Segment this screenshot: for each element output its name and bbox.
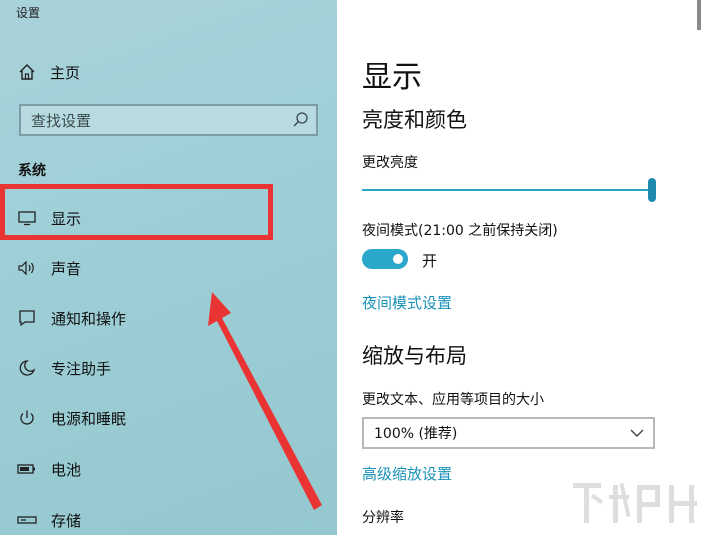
sidebar-item-label: 主页	[50, 63, 81, 82]
night-mode-label: 夜间模式(21:00 之前保持关闭)	[362, 223, 558, 239]
page-title: 显示	[362, 60, 422, 95]
power-icon	[17, 408, 37, 428]
sidebar-item-power-sleep[interactable]: 电源和睡眠	[0, 396, 337, 440]
sidebar-item-label: 通知和操作	[51, 309, 127, 328]
brightness-label: 更改亮度	[362, 155, 418, 171]
scale-dropdown-value: 100% (推荐)	[374, 426, 458, 442]
brightness-section-title: 亮度和颜色	[362, 108, 467, 132]
home-icon	[19, 64, 35, 80]
sidebar-item-label: 存储	[51, 511, 82, 530]
chevron-down-icon	[630, 429, 644, 437]
battery-icon	[17, 459, 37, 479]
sidebar-item-label: 声音	[51, 259, 82, 278]
advanced-scaling-link[interactable]: 高级缩放设置	[362, 463, 452, 484]
resolution-label: 分辨率	[362, 510, 404, 526]
speaker-icon	[17, 258, 37, 278]
sidebar-item-battery[interactable]: 电池	[0, 447, 337, 491]
sidebar-item-label: 电池	[51, 460, 82, 479]
scrollbar-thumb[interactable]	[697, 0, 701, 30]
night-mode-settings-link[interactable]: 夜间模式设置	[362, 292, 452, 313]
sidebar-item-storage[interactable]: 存储	[0, 498, 337, 542]
sidebar-item-focus-assist[interactable]: 专注助手	[0, 346, 337, 390]
sidebar: 设置 主页 查找设置 系统 显示 声音 通知和操作 专注助手 电源和睡眠 电池 …	[0, 0, 337, 535]
window-title: 设置	[16, 6, 41, 20]
search-input[interactable]: 查找设置	[19, 104, 318, 136]
toggle-knob	[393, 254, 403, 264]
sidebar-item-notifications[interactable]: 通知和操作	[0, 296, 337, 340]
sidebar-item-label: 电源和睡眠	[51, 409, 127, 428]
brightness-slider-thumb[interactable]	[648, 178, 656, 202]
moon-icon	[17, 358, 37, 378]
night-mode-state: 开	[422, 252, 438, 270]
main-content: 显示 亮度和颜色 更改亮度 夜间模式(21:00 之前保持关闭) 开 夜间模式设…	[337, 0, 704, 535]
watermark-logo	[573, 482, 697, 523]
highlight-box	[0, 184, 273, 240]
sidebar-item-sound[interactable]: 声音	[0, 246, 337, 290]
notification-icon	[17, 308, 37, 328]
section-title: 系统	[18, 163, 46, 179]
night-mode-toggle[interactable]	[362, 249, 408, 269]
brightness-slider[interactable]	[362, 189, 652, 191]
sidebar-item-home[interactable]: 主页	[18, 62, 80, 82]
scale-section-title: 缩放与布局	[362, 344, 467, 368]
sidebar-item-label: 专注助手	[51, 359, 112, 378]
scale-label: 更改文本、应用等项目的大小	[362, 392, 544, 408]
scale-dropdown[interactable]: 100% (推荐)	[362, 417, 655, 449]
search-placeholder: 查找设置	[31, 111, 92, 130]
search-icon[interactable]	[292, 111, 310, 129]
storage-icon	[17, 510, 37, 530]
